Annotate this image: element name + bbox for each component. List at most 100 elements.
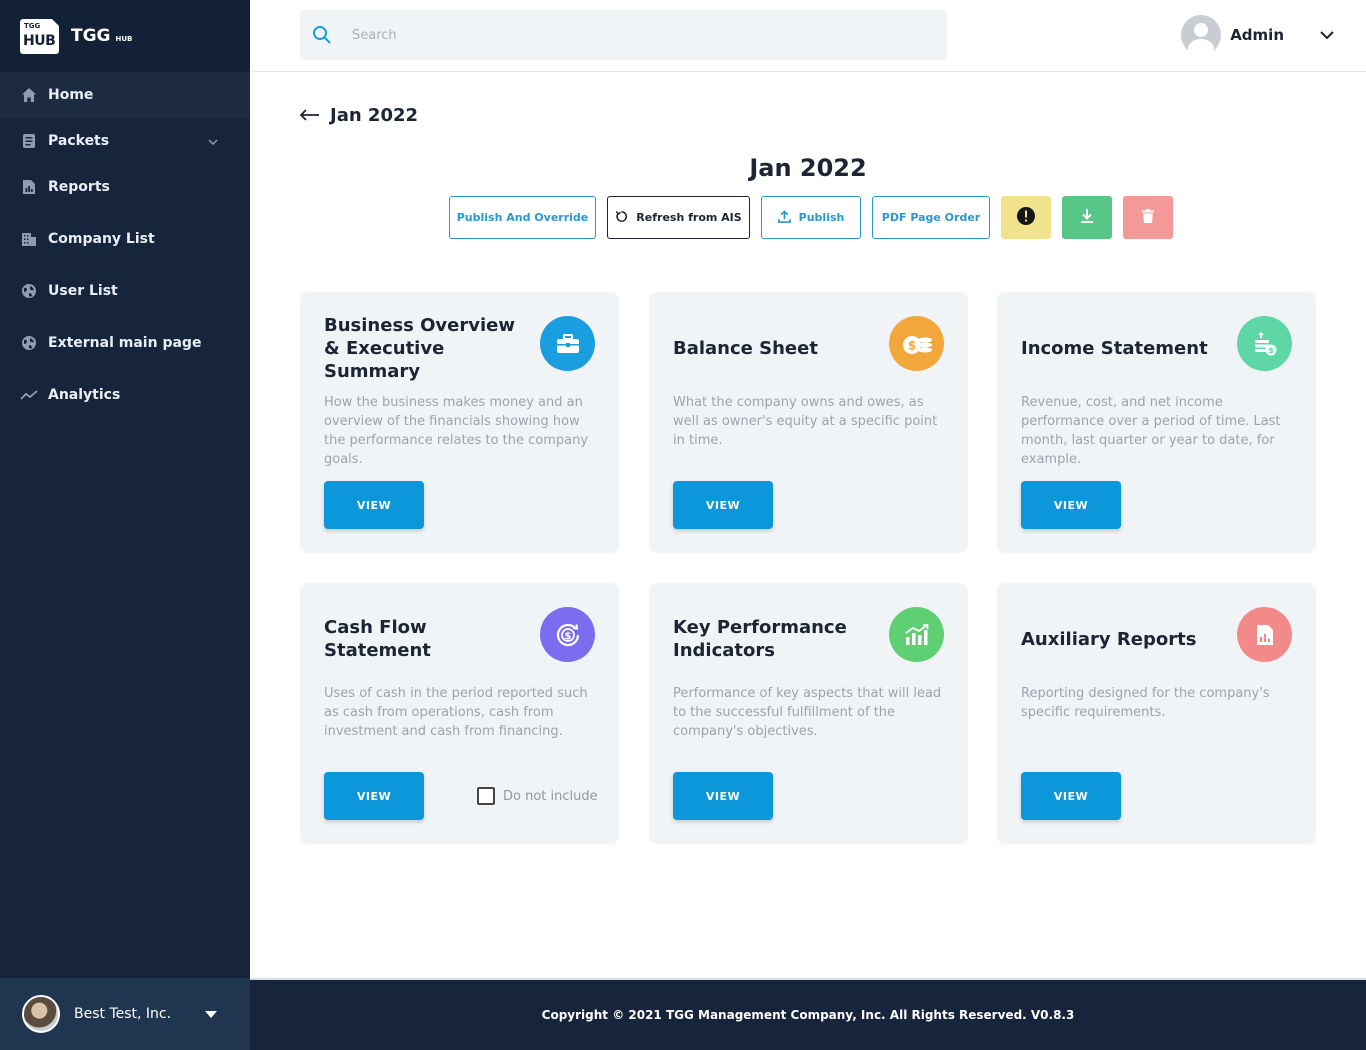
search-bar[interactable] — [300, 10, 947, 60]
button-label: PDF Page Order — [881, 211, 981, 224]
action-toolbar: Publish And Override Refresh from AIS Pu… — [449, 196, 1173, 239]
card-description: Reporting designed for the company's spe… — [1021, 686, 1270, 720]
delete-button[interactable] — [1123, 196, 1173, 239]
back-label: Jan 2022 — [330, 105, 419, 126]
company-icon — [20, 230, 38, 248]
do-not-include-checkbox[interactable]: Do not include — [477, 787, 598, 805]
card-title: Balance Sheet — [673, 337, 818, 359]
brand[interactable]: TGG HUB TGG HUB — [0, 0, 250, 72]
bar-chart-icon — [889, 607, 944, 662]
sidebar-item-company-list[interactable]: Company List — [0, 210, 250, 268]
sidebar-item-label: Packets — [48, 133, 110, 149]
button-label: Publish And Override — [456, 211, 589, 224]
card-description: How the business makes money and an over… — [324, 395, 589, 467]
page-title: Jan 2022 — [749, 154, 867, 182]
user-menu[interactable]: Admin — [1181, 14, 1336, 56]
reports-icon — [20, 178, 38, 196]
company-switcher[interactable]: Best Test, Inc. — [0, 978, 250, 1050]
download-button[interactable] — [1062, 196, 1112, 239]
pdf-page-order-button[interactable]: PDF Page Order — [872, 196, 990, 239]
card-auxiliary-reports: Auxiliary Reports Reporting designed for… — [997, 583, 1316, 844]
card-income-statement: Income Statement $ Revenue, cost, and ne… — [997, 292, 1316, 553]
alert-button[interactable] — [1001, 196, 1051, 239]
sidebar-item-label: Home — [48, 87, 94, 103]
report-doc-icon — [1237, 607, 1292, 662]
company-name: Best Test, Inc. — [74, 1006, 172, 1022]
globe-icon — [20, 282, 38, 300]
card-description: What the company owns and owes, as well … — [673, 395, 938, 448]
sidebar-item-reports[interactable]: Reports — [0, 164, 250, 210]
user-avatar-icon — [1181, 15, 1222, 55]
coins-icon: $ — [889, 316, 944, 371]
sidebar: TGG HUB TGG HUB Home Packets Reports Com… — [0, 0, 250, 1050]
card-description: Uses of cash in the period reported such… — [324, 686, 588, 739]
view-button[interactable]: VIEW — [1021, 481, 1121, 529]
card-description: Performance of key aspects that will lea… — [673, 686, 942, 739]
publish-and-override-button[interactable]: Publish And Override — [449, 196, 596, 239]
logo-bottom-text: HUB — [23, 32, 56, 49]
sidebar-item-user-list[interactable]: User List — [0, 268, 250, 314]
sidebar-item-home[interactable]: Home — [0, 72, 250, 118]
trash-icon — [1142, 209, 1154, 226]
card-balance-sheet: Balance Sheet $ What the company owns an… — [649, 292, 968, 553]
button-label: Refresh from AIS — [636, 211, 742, 224]
top-header: Admin — [250, 0, 1366, 72]
globe-icon — [20, 334, 38, 352]
caret-down-icon[interactable] — [205, 1007, 217, 1021]
sidebar-item-label: Reports — [48, 179, 110, 195]
upload-icon — [777, 209, 791, 226]
checkbox-label: Do not include — [503, 788, 598, 804]
logo-top-text: TGG — [24, 21, 41, 30]
sidebar-item-external-main-page[interactable]: External main page — [0, 314, 250, 372]
view-button[interactable]: VIEW — [1021, 772, 1121, 820]
back-link[interactable]: Jan 2022 — [299, 105, 419, 126]
card-business-overview: Business Overview & Executive Summary Ho… — [300, 292, 619, 553]
refresh-from-ais-button[interactable]: Refresh from AIS — [607, 196, 750, 239]
search-icon — [312, 25, 332, 45]
publish-button[interactable]: Publish — [761, 196, 861, 239]
view-button[interactable]: VIEW — [324, 772, 424, 820]
sidebar-nav: Home Packets Reports Company List User L… — [0, 72, 250, 418]
card-title: Business Overview & Executive Summary — [324, 314, 515, 382]
svg-text:$: $ — [1268, 346, 1274, 355]
svg-text:$: $ — [564, 631, 571, 642]
briefcase-icon — [540, 316, 595, 371]
card-title: Key Performance Indicators — [673, 617, 847, 661]
sidebar-item-label: Company List — [48, 231, 155, 247]
download-icon — [1079, 208, 1095, 227]
refresh-icon — [615, 210, 628, 226]
money-stack-icon: $ — [1237, 316, 1292, 371]
view-button[interactable]: VIEW — [673, 481, 773, 529]
sidebar-item-label: Analytics — [48, 387, 121, 403]
chevron-down-icon[interactable] — [208, 135, 218, 148]
view-button[interactable]: VIEW — [673, 772, 773, 820]
logo-corner — [51, 17, 60, 27]
card-title: Auxiliary Reports — [1021, 628, 1197, 650]
checkbox-box[interactable] — [477, 787, 495, 805]
card-key-performance-indicators: Key Performance Indicators Performance o… — [649, 583, 968, 844]
sidebar-item-analytics[interactable]: Analytics — [0, 372, 250, 418]
main-content: Jan 2022 Jan 2022 Publish And Override R… — [250, 72, 1366, 978]
company-avatar — [22, 995, 60, 1033]
card-description: Revenue, cost, and net income performanc… — [1021, 395, 1281, 467]
brand-logo: TGG HUB — [20, 17, 60, 54]
sidebar-item-label: User List — [48, 283, 118, 299]
arrow-left-icon — [299, 105, 320, 126]
chevron-down-icon[interactable] — [1318, 26, 1336, 44]
view-button[interactable]: VIEW — [324, 481, 424, 529]
home-icon — [20, 86, 38, 104]
copyright-text: Copyright © 2021 TGG Management Company,… — [541, 1008, 1075, 1022]
sidebar-item-packets[interactable]: Packets — [0, 118, 250, 164]
sidebar-item-label: External main page — [48, 335, 202, 351]
card-title: Cash Flow Statement — [324, 617, 431, 661]
cash-cycle-icon: $ — [540, 607, 595, 662]
brand-name: TGG — [71, 26, 111, 46]
search-input[interactable] — [352, 27, 912, 43]
exclamation-icon — [1016, 206, 1036, 229]
footer: Copyright © 2021 TGG Management Company,… — [250, 978, 1366, 1050]
packets-icon — [20, 132, 38, 150]
analytics-icon — [20, 386, 38, 404]
card-title: Income Statement — [1021, 337, 1208, 359]
user-name: Admin — [1230, 26, 1284, 44]
button-label: Publish — [798, 211, 845, 224]
